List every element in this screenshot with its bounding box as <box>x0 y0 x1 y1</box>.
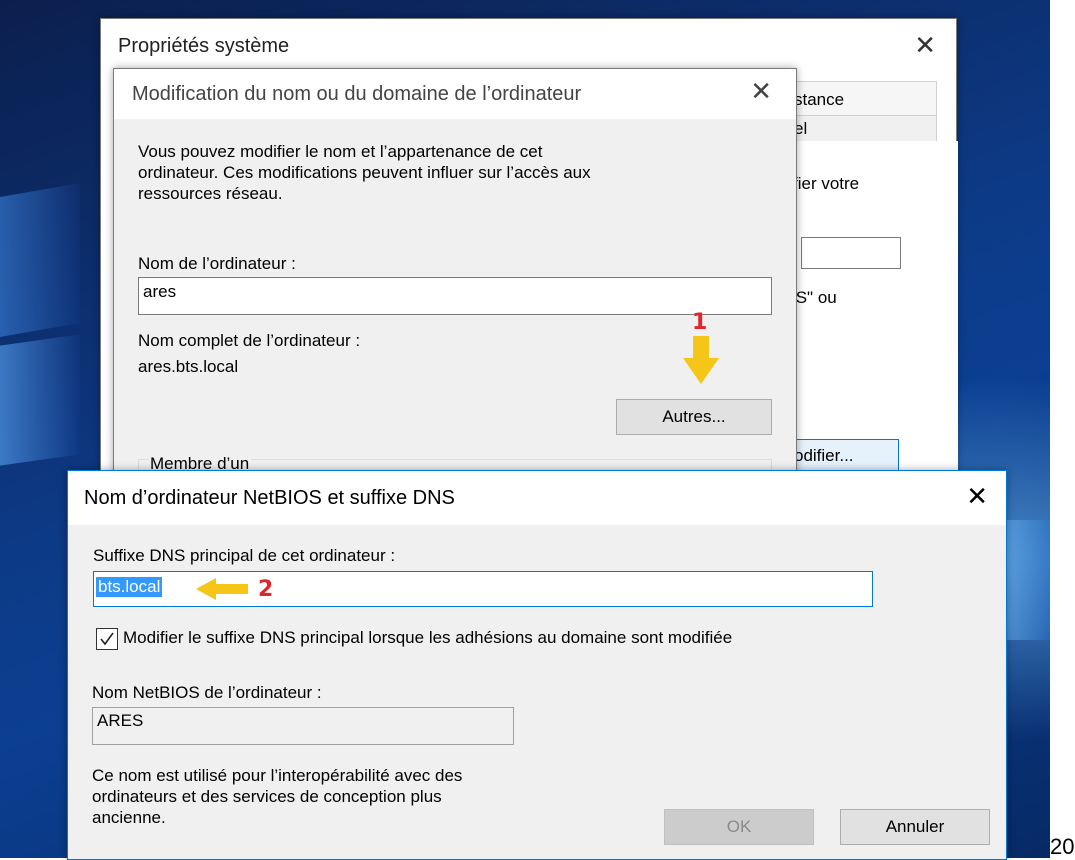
ok-button[interactable]: OK <box>664 809 814 845</box>
arrow-left-icon <box>196 578 248 600</box>
wallpaper-light-beam <box>0 182 80 338</box>
close-icon[interactable]: ✕ <box>750 78 772 104</box>
netbios-name-field: ARES <box>92 707 514 745</box>
modify-dialog-titlebar: Modification du nom ou du domaine de l’o… <box>114 69 796 119</box>
system-properties-title: Propriétés système <box>118 35 290 57</box>
annotation-step-2: 2 <box>258 577 274 602</box>
netbios-dialog-titlebar: Nom d’ordinateur NetBIOS et suffixe DNS … <box>68 471 1006 525</box>
netbios-name-value: ARES <box>97 711 144 730</box>
full-name-value: ares.bts.local <box>138 357 239 376</box>
tab-remote[interactable]: stance <box>791 81 937 117</box>
checkmark-icon <box>100 632 114 646</box>
wallpaper-light-beam <box>0 334 80 466</box>
close-icon[interactable]: ✕ <box>914 32 936 58</box>
netbios-info-line: ordinateurs et des services de conceptio… <box>92 787 442 806</box>
dns-suffix-label: Suffixe DNS principal de cet ordinateur … <box>93 546 396 565</box>
dns-suffix-value: bts.local <box>96 577 163 597</box>
page-number: 20 <box>1050 834 1075 859</box>
cancel-button[interactable]: Annuler <box>840 809 990 845</box>
computer-name-input[interactable]: ares <box>138 277 772 315</box>
netbios-info-line: Ce nom est utilisé pour l’interopérabili… <box>92 766 463 785</box>
close-icon[interactable]: ✕ <box>966 483 988 509</box>
modify-button-label: odifier... <box>794 446 854 465</box>
netbios-info-line: ancienne. <box>92 808 166 827</box>
modify-dialog-title: Modification du nom ou du domaine de l’o… <box>132 83 582 105</box>
more-button[interactable]: Autres... <box>616 399 772 435</box>
modify-description-line: ressources réseau. <box>138 184 283 203</box>
computer-name-value: ares <box>143 282 177 301</box>
modify-dns-suffix-label: Modifier le suffixe DNS principal lorsqu… <box>123 628 733 647</box>
annotation-step-1: 1 <box>692 310 708 335</box>
netbios-dns-dialog: Nom d’ordinateur NetBIOS et suffixe DNS … <box>67 470 1007 860</box>
netbios-name-label: Nom NetBIOS de l’ordinateur : <box>92 683 322 702</box>
computer-name-label: Nom de l’ordinateur : <box>138 254 296 273</box>
full-name-label: Nom complet de l’ordinateur : <box>138 331 361 350</box>
modify-description-line: Vous pouvez modifier le nom et l’apparte… <box>138 142 543 161</box>
modify-dns-suffix-checkbox[interactable] <box>96 628 118 650</box>
tab-hardware[interactable]: el <box>791 115 937 143</box>
modify-description-line: ordinateur. Ces modifications peuvent in… <box>138 163 591 182</box>
system-properties-text: fier votre <box>793 174 860 193</box>
modify-name-dialog: Modification du nom ou du domaine de l’o… <box>113 68 797 481</box>
tab-label: stance <box>794 90 845 109</box>
system-properties-text: IS" ou <box>791 288 837 307</box>
system-properties-field[interactable] <box>801 237 901 269</box>
netbios-dialog-title: Nom d’ordinateur NetBIOS et suffixe DNS <box>84 487 455 509</box>
arrow-down-icon <box>683 336 719 384</box>
